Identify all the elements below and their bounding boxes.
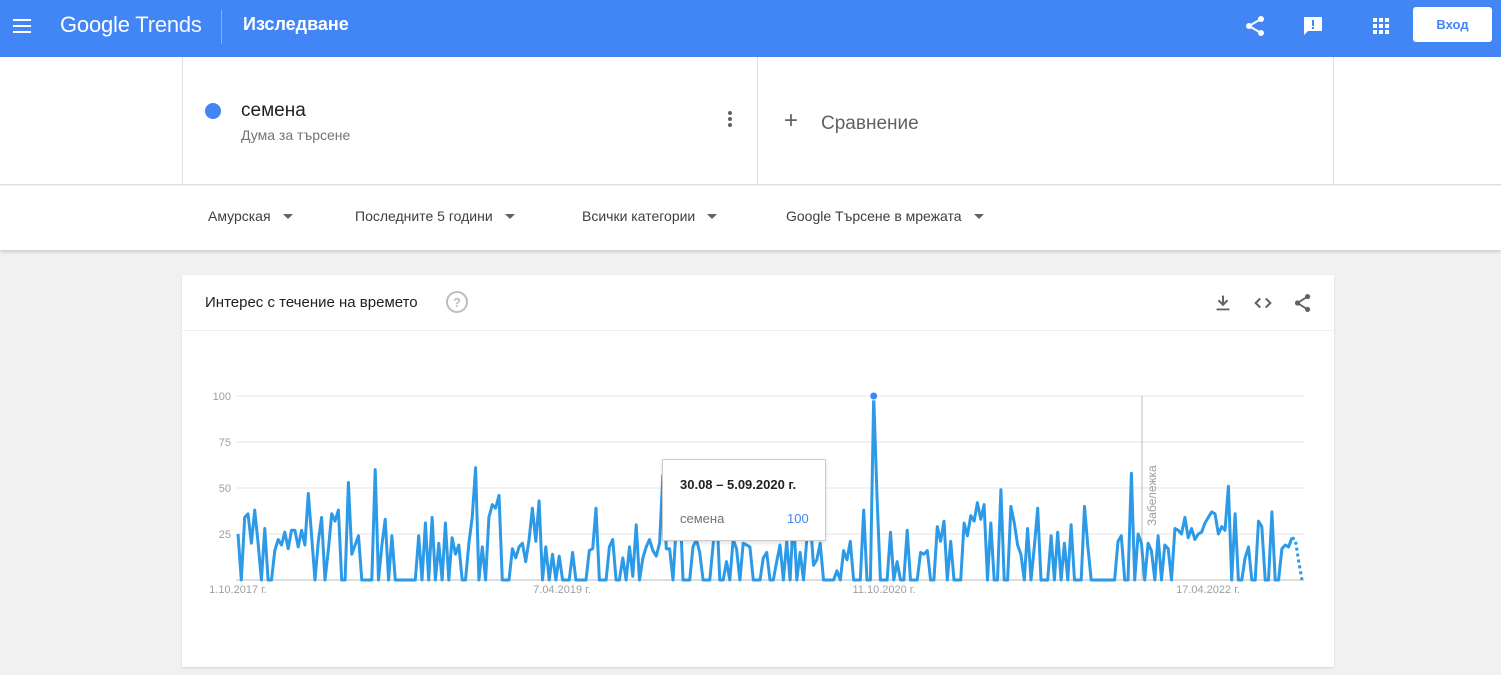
y-tick-label: 75 — [219, 437, 231, 449]
y-tick-label: 100 — [213, 391, 231, 403]
tooltip-value: 100 — [787, 511, 809, 526]
y-tick-label: 25 — [219, 529, 231, 541]
tooltip-term: семена — [680, 511, 725, 526]
interest-line-chart[interactable]: 100 75 50 25 1.10.2017 г. 7.04.2019 г. 11.10.… — [0, 0, 1501, 675]
x-tick-label: 17.04.2022 г. — [1176, 584, 1240, 596]
y-tick-label: 50 — [219, 483, 231, 495]
hover-point[interactable] — [869, 391, 879, 401]
y-axis-ticks: 100 75 50 25 — [213, 391, 231, 541]
x-tick-label: 1.10.2017 г. — [209, 584, 267, 596]
series-partial-line — [1291, 536, 1304, 581]
annotation-label[interactable]: Забележка — [1145, 465, 1159, 526]
tooltip-date: 30.08 – 5.09.2020 г. — [680, 477, 797, 492]
x-tick-label: 7.04.2019 г. — [533, 584, 591, 596]
x-tick-label: 11.10.2020 г. — [852, 584, 915, 596]
x-axis-ticks: 1.10.2017 г. 7.04.2019 г. 11.10.2020 г. 17.… — [209, 584, 1240, 596]
chart-tooltip: 30.08 – 5.09.2020 г. семена 100 — [662, 459, 826, 541]
